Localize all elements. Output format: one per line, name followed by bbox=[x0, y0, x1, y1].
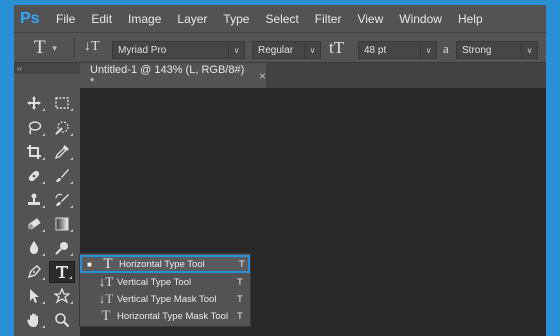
arrow-cursor-icon bbox=[30, 289, 39, 303]
blur-tool[interactable] bbox=[21, 237, 47, 259]
dodge-icon bbox=[55, 242, 68, 255]
lasso-tool[interactable] bbox=[21, 117, 47, 139]
brush-icon bbox=[56, 169, 69, 182]
selected-indicator-icon: ■ bbox=[87, 259, 92, 269]
flyout-vertical-type-mask-tool[interactable]: ↓T Vertical Type Mask Tool T bbox=[80, 290, 250, 308]
type-tool-icon: T bbox=[34, 37, 46, 58]
hand-icon bbox=[27, 313, 38, 327]
horizontal-type-mask-icon: T bbox=[101, 307, 111, 324]
history-brush-icon bbox=[55, 193, 69, 206]
antialias-icon: a bbox=[443, 41, 449, 56]
chevron-down-icon: ∨ bbox=[420, 42, 436, 58]
bandage-icon bbox=[28, 170, 40, 182]
photoshop-logo: Ps bbox=[20, 9, 40, 27]
vertical-type-icon: ↓T bbox=[98, 274, 114, 289]
font-family-value: Myriad Pro bbox=[118, 44, 167, 56]
flyout-item-shortcut: T bbox=[237, 310, 243, 322]
divider bbox=[74, 38, 75, 58]
flyout-item-label: Vertical Type Mask Tool bbox=[117, 293, 217, 305]
flyout-vertical-type-tool[interactable]: ↓T Vertical Type Tool T bbox=[80, 273, 250, 291]
hand-tool[interactable] bbox=[21, 309, 47, 331]
gradient-icon bbox=[55, 217, 69, 231]
flyout-item-shortcut: T bbox=[237, 293, 243, 305]
menu-help[interactable]: Help bbox=[458, 12, 483, 26]
menu-type[interactable]: Type bbox=[223, 12, 249, 26]
eyedropper-icon bbox=[54, 145, 69, 160]
healing-brush-tool[interactable] bbox=[21, 165, 47, 187]
flyout-item-shortcut: T bbox=[239, 258, 245, 270]
eyedropper-tool[interactable] bbox=[49, 141, 75, 163]
type-tool[interactable] bbox=[49, 261, 75, 283]
flyout-item-label: Horizontal Type Mask Tool bbox=[117, 310, 229, 322]
type-icon bbox=[56, 266, 68, 278]
pen-tool[interactable] bbox=[21, 261, 47, 283]
menu-layer[interactable]: Layer bbox=[177, 12, 207, 26]
rectangular-marquee-icon bbox=[55, 97, 69, 109]
antialias-select[interactable]: Strong ∨ bbox=[456, 41, 538, 59]
pen-icon bbox=[27, 265, 41, 279]
dodge-tool[interactable] bbox=[49, 237, 75, 259]
flyout-item-label: Horizontal Type Tool bbox=[119, 258, 205, 270]
document-tab[interactable]: Untitled-1 @ 143% (L, RGB/8#) * × bbox=[80, 63, 266, 88]
gradient-tool[interactable] bbox=[49, 213, 75, 235]
document-tab-title: Untitled-1 @ 143% (L, RGB/8#) * bbox=[90, 63, 245, 88]
shape-icon bbox=[54, 288, 70, 304]
antialias-value: Strong bbox=[462, 44, 492, 56]
flyout-item-shortcut: T bbox=[237, 276, 243, 288]
font-size-icon: tT bbox=[329, 38, 345, 57]
marquee-tool[interactable] bbox=[49, 92, 75, 114]
chevron-down-icon: ∨ bbox=[228, 42, 244, 58]
quick-selection-icon bbox=[55, 121, 69, 135]
flyout-horizontal-type-tool[interactable]: ■ T Horizontal Type Tool T bbox=[80, 255, 250, 273]
font-family-select[interactable]: Myriad Pro ∨ bbox=[112, 41, 245, 59]
stamp-icon bbox=[28, 193, 40, 205]
font-style-select[interactable]: Regular ∨ bbox=[252, 41, 321, 59]
zoom-tool[interactable] bbox=[49, 309, 75, 331]
menu-window[interactable]: Window bbox=[399, 12, 442, 26]
tools-panel bbox=[14, 74, 80, 336]
font-size-select[interactable]: 48 pt ∨ bbox=[358, 41, 437, 59]
crop-icon bbox=[27, 145, 41, 159]
document-tab-bar: Untitled-1 @ 143% (L, RGB/8#) * × bbox=[80, 63, 546, 88]
options-bar: T ▼ ↓T Myriad Pro ∨ Regular ∨ tT 48 pt ∨… bbox=[14, 32, 546, 63]
text-orientation-toggle-icon[interactable]: ↓T bbox=[84, 39, 100, 55]
move-icon bbox=[27, 96, 41, 110]
custom-shape-tool[interactable] bbox=[49, 285, 75, 307]
quick-selection-tool[interactable] bbox=[49, 117, 75, 139]
eraser-icon bbox=[27, 218, 41, 230]
font-style-value: Regular bbox=[258, 44, 294, 56]
menu-file[interactable]: File bbox=[56, 12, 75, 26]
toolbar-collapse-button[interactable]: ‹‹ bbox=[14, 63, 80, 74]
flyout-item-label: Vertical Type Tool bbox=[117, 276, 192, 288]
chevron-down-icon: ▼ bbox=[50, 43, 59, 53]
horizontal-type-icon: T bbox=[103, 255, 113, 272]
path-selection-tool[interactable] bbox=[21, 285, 47, 307]
move-tool[interactable] bbox=[21, 92, 47, 114]
menu-filter[interactable]: Filter bbox=[315, 12, 342, 26]
chevron-down-icon: ∨ bbox=[304, 42, 320, 58]
eraser-tool[interactable] bbox=[21, 213, 47, 235]
type-tool-flyout-menu: ■ T Horizontal Type Tool T ↓T Vertical T… bbox=[79, 253, 251, 327]
close-icon[interactable]: × bbox=[259, 69, 266, 83]
menu-view[interactable]: View bbox=[357, 12, 383, 26]
drop-icon bbox=[29, 241, 39, 254]
vertical-type-mask-icon: ↓T bbox=[98, 291, 114, 306]
brush-tool[interactable] bbox=[49, 165, 75, 187]
magnifier-icon bbox=[55, 313, 70, 328]
font-size-value: 48 pt bbox=[364, 44, 387, 56]
menu-select[interactable]: Select bbox=[265, 12, 298, 26]
lasso-icon bbox=[28, 121, 42, 135]
chevron-down-icon: ∨ bbox=[521, 42, 537, 58]
menu-image[interactable]: Image bbox=[128, 12, 161, 26]
flyout-horizontal-type-mask-tool[interactable]: T Horizontal Type Mask Tool T bbox=[80, 307, 250, 325]
history-brush-tool[interactable] bbox=[49, 189, 75, 211]
menu-edit[interactable]: Edit bbox=[91, 12, 112, 26]
menu-bar: Ps File Edit Image Layer Type Select Fil… bbox=[14, 5, 546, 32]
tool-preset-picker[interactable]: T ▼ bbox=[34, 37, 68, 59]
crop-tool[interactable] bbox=[21, 141, 47, 163]
clone-stamp-tool[interactable] bbox=[21, 189, 47, 211]
